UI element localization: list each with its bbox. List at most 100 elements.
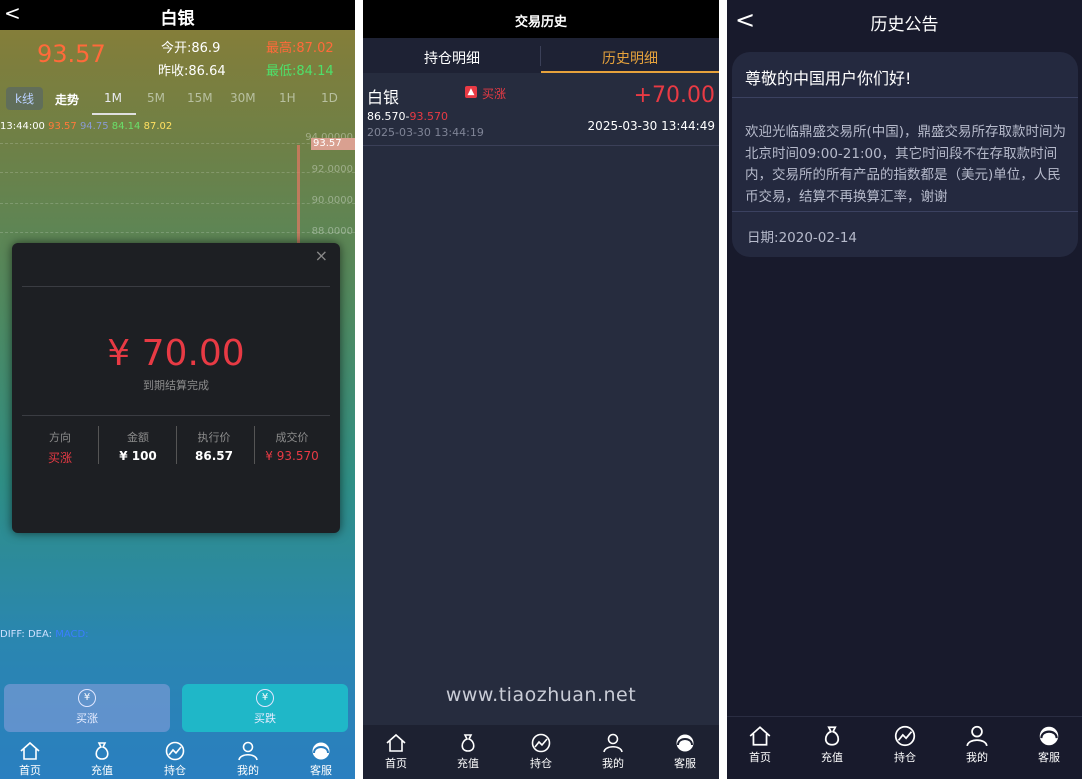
app-triptych: < 白银 93.57 今开:86.9 昨收:86.64 最高:87.02 最低:…: [0, 0, 1082, 779]
arrow-up-icon: ▲: [465, 86, 477, 98]
legend-value-3: 84.14: [111, 121, 141, 132]
money-bag-icon: [461, 734, 475, 752]
low-quote: 最低:84.14: [266, 60, 334, 79]
headset-icon: [676, 734, 694, 752]
buy-up-button[interactable]: ¥ 买涨: [4, 684, 170, 732]
nav-service[interactable]: 客服: [291, 734, 351, 778]
nav-label: 充值: [91, 764, 113, 777]
nav-positions[interactable]: 持仓: [145, 734, 205, 778]
close-icon[interactable]: ×: [315, 246, 328, 265]
price-range: 86.570-93.570: [367, 110, 448, 123]
money-bag-icon: [95, 742, 109, 760]
detail-value: 86.57: [195, 449, 233, 463]
low-label: 最低:: [266, 64, 297, 79]
chart-legend: 13:44:00 93.57 94.75 84.14 87.02: [0, 121, 172, 132]
tab-history[interactable]: 历史明细: [541, 48, 719, 68]
tab-trend[interactable]: 走势: [55, 91, 79, 108]
chart-period-tabs: k线 走势 1M 5M 15M 30M 1H 1D: [0, 82, 355, 116]
nav-label: 持仓: [164, 764, 186, 777]
notice-history-screen: < 历史公告 尊敬的中国用户你们好! 欢迎光临鼎盛交易所(中国)，鼎盛交易所存取…: [727, 0, 1082, 779]
tab-15m[interactable]: 15M: [187, 91, 213, 105]
yen-coin-icon: ¥: [78, 689, 96, 707]
nav-label: 持仓: [530, 757, 552, 770]
bottom-nav: 首页 充值 持仓 我的 客服: [727, 716, 1082, 779]
chart-circle-icon: [531, 733, 551, 753]
prev-close-value: 86.64: [188, 64, 226, 79]
detail-label: 执行价: [197, 431, 231, 444]
tab-1d[interactable]: 1D: [321, 91, 338, 105]
tab-5m[interactable]: 5M: [147, 91, 165, 105]
legend-value-1: 93.57: [48, 121, 77, 132]
nav-label: 持仓: [894, 751, 916, 764]
divider: [22, 415, 330, 416]
trade-history-screen: 交易历史 持仓明细 历史明细 白银 ▲ 买涨 +70.00 86.570-93.…: [363, 0, 719, 779]
detail-value: ¥ 100: [119, 449, 157, 463]
nav-positions[interactable]: 持仓: [875, 717, 935, 765]
nav-positions[interactable]: 持仓: [511, 725, 571, 771]
headset-icon: [312, 742, 330, 760]
headset-icon: [1039, 726, 1059, 746]
detail-direction: 方向 买涨: [20, 429, 100, 466]
history-record[interactable]: 白银 ▲ 买涨 +70.00 86.570-93.570 2025-03-30 …: [363, 73, 719, 146]
history-tabs: 持仓明细 历史明细: [363, 38, 719, 73]
tab-1h[interactable]: 1H: [279, 91, 296, 105]
page-title: 交易历史: [514, 15, 567, 30]
nav-label: 客服: [310, 764, 332, 777]
axis-label: 92.0000: [311, 164, 353, 175]
direction-badge: 买涨: [482, 87, 507, 101]
high-label: 最高:: [266, 41, 297, 56]
nav-label: 客服: [674, 757, 696, 770]
nav-service[interactable]: 客服: [1019, 717, 1079, 765]
tab-kline[interactable]: k线: [6, 87, 43, 110]
nav-label: 首页: [749, 751, 771, 764]
axis-label: 88.0000: [311, 226, 353, 237]
top-bar: 交易历史: [363, 0, 719, 38]
notice-card[interactable]: 尊敬的中国用户你们好! 欢迎光临鼎盛交易所(中国)，鼎盛交易所存取款时间为北京时…: [732, 52, 1078, 257]
prev-close-label: 昨收:: [158, 64, 189, 79]
tab-30m[interactable]: 30M: [230, 91, 256, 105]
tab-1m[interactable]: 1M: [104, 91, 122, 105]
user-icon: [966, 725, 988, 747]
profit-value: +70.00: [633, 83, 715, 108]
nav-mine[interactable]: 我的: [583, 725, 643, 771]
page-title: 白银: [160, 9, 195, 29]
nav-mine[interactable]: 我的: [947, 717, 1007, 765]
nav-service[interactable]: 客服: [655, 725, 715, 771]
diff-label: DIFF:: [0, 629, 25, 640]
legend-time: 13:44:00: [0, 121, 45, 132]
nav-home[interactable]: 首页: [730, 717, 790, 765]
nav-mine[interactable]: 我的: [218, 734, 278, 778]
notice-date: 日期:2020-02-14: [747, 226, 857, 246]
buy-down-button[interactable]: ¥ 买跌: [182, 684, 348, 732]
legend-value-4: 87.02: [143, 121, 173, 132]
product-name: 白银: [367, 88, 400, 107]
tab-holdings[interactable]: 持仓明细: [363, 48, 541, 68]
nav-recharge[interactable]: 充值: [802, 717, 862, 765]
nav-home[interactable]: 首页: [0, 734, 60, 778]
home-icon: [386, 733, 406, 752]
buy-up-label: 买涨: [76, 712, 98, 725]
divider: [22, 286, 330, 287]
open-quote: 今开:86.9: [161, 37, 220, 56]
settlement-amount: ¥ 70.00: [107, 333, 245, 374]
settlement-status: 到期结算完成: [143, 379, 209, 392]
nav-home[interactable]: 首页: [366, 725, 426, 771]
divider: [732, 211, 1078, 212]
macd-legend: DIFF: DEA: MACD:: [0, 629, 89, 640]
open-label: 今开:: [161, 41, 192, 56]
home-icon: [749, 726, 771, 746]
dea-label: DEA:: [27, 629, 52, 640]
grid-line: [0, 232, 355, 233]
nav-label: 充值: [821, 751, 843, 764]
close-price: 93.570: [409, 110, 448, 123]
watermark: www.tiaozhuan.net: [445, 684, 637, 706]
close-time: 2025-03-30 13:44:49: [587, 119, 715, 133]
date-value: 2020-02-14: [778, 230, 858, 246]
nav-label: 我的: [966, 751, 988, 764]
chart-circle-icon: [894, 725, 916, 747]
nav-recharge[interactable]: 充值: [72, 734, 132, 778]
buy-down-label: 买跌: [254, 712, 276, 725]
nav-label: 充值: [457, 757, 479, 770]
nav-recharge[interactable]: 充值: [438, 725, 498, 771]
nav-label: 客服: [1038, 751, 1060, 764]
